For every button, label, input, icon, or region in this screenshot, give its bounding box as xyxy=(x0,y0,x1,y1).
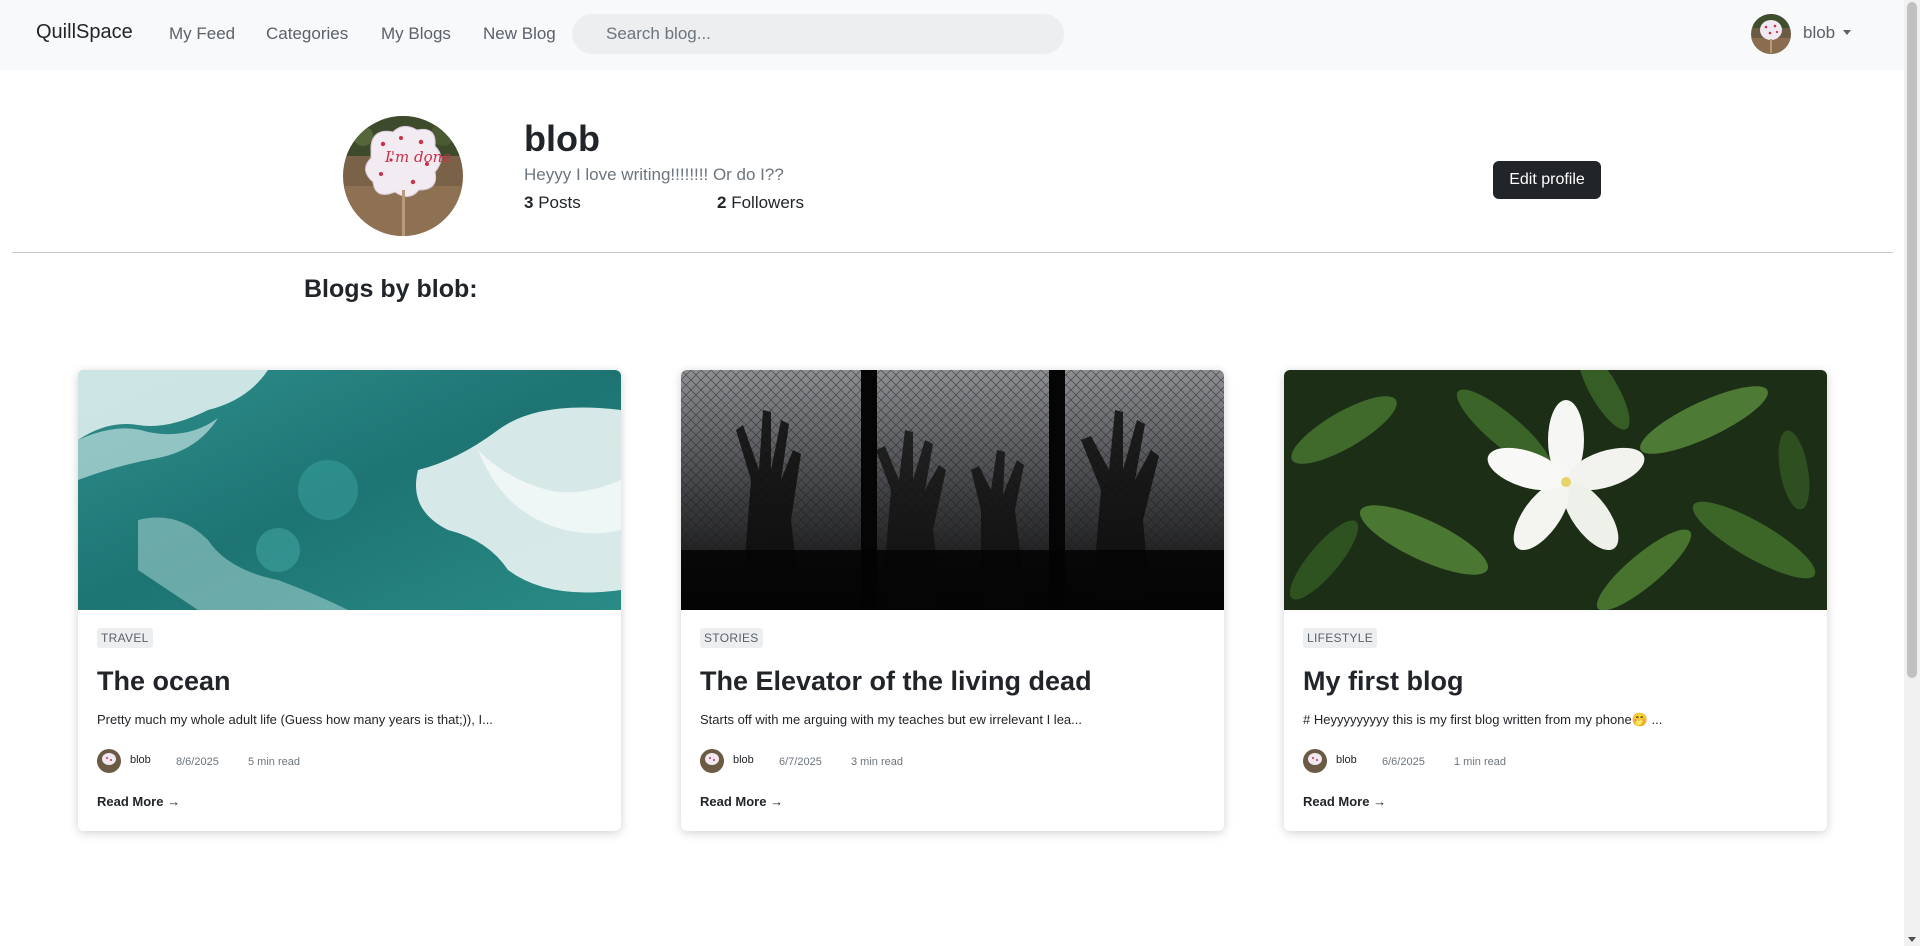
blog-card-excerpt: # Heyyyyyyyyy this is my first blog writ… xyxy=(1303,712,1663,727)
blog-card[interactable]: LIFESTYLE My first blog # Heyyyyyyyyy th… xyxy=(1284,370,1827,831)
scroll-down-icon[interactable] xyxy=(1908,937,1916,942)
followers-stat[interactable]: 2 Followers xyxy=(717,193,804,213)
author-name: blob xyxy=(1336,754,1357,766)
author-name: blob xyxy=(130,754,151,766)
edit-profile-button[interactable]: Edit profile xyxy=(1493,161,1601,199)
page-scrollbar[interactable] xyxy=(1904,0,1920,946)
user-avatar[interactable] xyxy=(1751,14,1791,54)
read-time: 1 min read xyxy=(1454,756,1506,768)
blog-card[interactable]: STORIES The Elevator of the living dead … xyxy=(681,370,1224,831)
blog-card-title[interactable]: My first blog xyxy=(1303,666,1464,697)
category-badge[interactable]: TRAVEL xyxy=(97,628,153,648)
profile-name: blob xyxy=(524,118,600,159)
blog-card-image[interactable] xyxy=(1284,370,1827,610)
author-avatar xyxy=(1303,749,1327,773)
search-input[interactable] xyxy=(572,14,1064,54)
category-badge[interactable]: STORIES xyxy=(700,628,763,648)
avatar-sign-text: I'm done xyxy=(384,148,451,166)
brand-logo[interactable]: QuillSpace xyxy=(36,21,133,44)
read-more-link[interactable]: Read More → xyxy=(1303,794,1386,809)
blog-card-title[interactable]: The ocean xyxy=(97,666,231,697)
nav-new-blog[interactable]: New Blog xyxy=(483,24,556,44)
navbar: QuillSpace My Feed Categories My Blogs N… xyxy=(0,0,1904,70)
posts-stat: 3 Posts xyxy=(524,193,581,213)
scrollbar-thumb[interactable] xyxy=(1907,2,1917,678)
posts-count: 3 xyxy=(524,193,534,212)
posts-label: Posts xyxy=(538,193,581,212)
post-date: 6/7/2025 xyxy=(779,756,822,768)
read-time: 3 min read xyxy=(851,756,903,768)
post-date: 8/6/2025 xyxy=(176,756,219,768)
blog-card[interactable]: TRAVEL The ocean Pretty much my whole ad… xyxy=(78,370,621,831)
followers-count: 2 xyxy=(717,193,727,212)
divider xyxy=(12,252,1893,253)
post-date: 6/6/2025 xyxy=(1382,756,1425,768)
blog-card-excerpt: Pretty much my whole adult life (Guess h… xyxy=(97,712,493,727)
nav-my-blogs[interactable]: My Blogs xyxy=(381,24,451,44)
user-menu-label[interactable]: blob xyxy=(1803,23,1835,43)
blog-card-image[interactable] xyxy=(681,370,1224,610)
author-name: blob xyxy=(733,754,754,766)
followers-label: Followers xyxy=(731,193,804,212)
category-badge[interactable]: LIFESTYLE xyxy=(1303,628,1378,648)
blog-card-image[interactable] xyxy=(78,370,621,610)
read-more-link[interactable]: Read More → xyxy=(700,794,783,809)
author-avatar xyxy=(97,749,121,773)
nav-categories[interactable]: Categories xyxy=(266,24,348,44)
read-more-link[interactable]: Read More → xyxy=(97,794,180,809)
nav-my-feed[interactable]: My Feed xyxy=(169,24,235,44)
profile-bio: Heyyy I love writing!!!!!!!! Or do I?? xyxy=(524,165,784,184)
profile-avatar: I'm done xyxy=(343,116,463,236)
author-avatar xyxy=(700,749,724,773)
section-title: Blogs by blob: xyxy=(304,275,478,303)
read-time: 5 min read xyxy=(248,756,300,768)
chevron-down-icon[interactable] xyxy=(1843,30,1851,35)
profile-page: QuillSpace My Feed Categories My Blogs N… xyxy=(0,0,1920,946)
blog-card-title[interactable]: The Elevator of the living dead xyxy=(700,666,1092,697)
blog-card-excerpt: Starts off with me arguing with my teach… xyxy=(700,712,1082,727)
